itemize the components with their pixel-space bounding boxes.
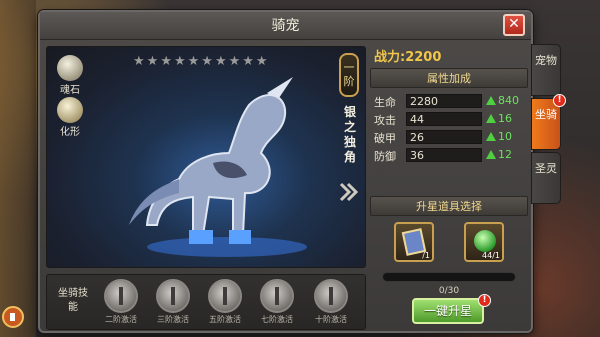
up-arrow-icon (486, 96, 496, 105)
skill-caption: 七阶激活 (261, 315, 293, 324)
transform-icon[interactable] (57, 97, 83, 123)
speaker-icon[interactable] (2, 306, 24, 328)
skill-caption: 五阶激活 (209, 315, 241, 324)
skill-slot[interactable]: 三阶激活 (151, 279, 195, 329)
tab-pet[interactable]: 宠物 (531, 44, 561, 96)
heart-skill-icon (208, 279, 242, 313)
attribute-gain-value: 10 (498, 130, 512, 143)
attribute-row: 攻击 44 16 (374, 112, 524, 128)
cross-skill-icon (260, 279, 294, 313)
attribute-name: 生命 (374, 96, 396, 109)
notification-badge: ! (478, 294, 491, 307)
attribute-row: 破甲 26 10 (374, 130, 524, 146)
star-icon: ★ (133, 54, 145, 69)
attribute-gain: 12 (486, 148, 512, 161)
one-click-upgrade-button[interactable]: 一键升星 (412, 298, 484, 324)
up-arrow-icon (486, 150, 496, 159)
mount-name: 银之独角 (343, 105, 356, 164)
attribute-gain: 16 (486, 112, 512, 125)
star-icon: ★ (146, 54, 159, 69)
skill-caption: 二阶激活 (105, 315, 137, 324)
soul-stone-label: 魂石 (60, 85, 80, 96)
skill-slot[interactable]: 五阶激活 (203, 279, 247, 329)
attribute-gain-value: 16 (498, 112, 512, 125)
item-count: /1 (422, 251, 430, 260)
attribute-row: 防御 36 12 (374, 148, 524, 164)
star-icon: ★ (187, 54, 200, 69)
star-icon: ★ (242, 54, 254, 69)
attribute-row: 生命 2280 840 (374, 94, 524, 110)
attribute-value: 2280 (406, 94, 482, 108)
star-icon: ★ (201, 54, 213, 69)
soul-stone-icon[interactable] (57, 55, 83, 81)
attribute-name: 破甲 (374, 132, 396, 145)
window-title: 骑宠 (40, 12, 531, 40)
attribute-name: 防御 (374, 150, 396, 163)
attribute-name: 攻击 (374, 114, 396, 127)
star-icon: ★ (173, 54, 186, 69)
close-button[interactable]: ✕ (503, 14, 525, 36)
star-progress-text: 0/30 (438, 286, 460, 296)
star-icon: ★ (255, 54, 268, 69)
scroll-card-icon[interactable]: /1 (394, 222, 434, 262)
attribute-header: 属性加成 (370, 68, 528, 88)
next-arrow-icon[interactable] (337, 181, 359, 203)
attribute-gain: 10 (486, 130, 512, 143)
orb-graphic (474, 230, 496, 252)
up-arrow-icon (486, 132, 496, 141)
item-count: 44/1 (482, 251, 500, 260)
up-arrow-icon (486, 114, 496, 123)
sword-skill-icon (314, 279, 348, 313)
mount-display: ★ ★ ★ ★ ★ ★ ★ ★ ★ ★ 魂石 化形 一阶 银之独角 (46, 46, 366, 268)
skill-icon (156, 279, 190, 313)
green-orb-icon[interactable]: 44/1 (464, 222, 504, 262)
skill-caption: 十阶激活 (315, 315, 347, 324)
attribute-value: 26 (406, 130, 482, 144)
mount-window: 骑宠 ✕ ★ ★ ★ ★ ★ ★ ★ ★ ★ ★ 魂石 化形 一阶 银之独角 坐… (38, 10, 533, 333)
combat-power: 战力:2200 (374, 50, 442, 65)
stats-panel: 战力:2200 属性加成 生命 2280 840 攻击 44 16 破甲 26 … (370, 46, 528, 330)
star-icon: ★ (228, 54, 241, 69)
attribute-value: 44 (406, 112, 482, 126)
attribute-value: 36 (406, 148, 482, 162)
skill-slot[interactable]: 二阶激活 (99, 279, 143, 329)
attribute-gain-value: 12 (498, 148, 512, 161)
star-progress-bar (382, 272, 516, 282)
attribute-gain: 840 (486, 94, 519, 107)
background-left-strip (0, 0, 36, 337)
tab-spirit[interactable]: 圣灵 (531, 152, 561, 204)
upgrade-items-header: 升星道具选择 (370, 196, 528, 216)
skills-label: 坐骑技能 (58, 288, 88, 313)
star-icon: ★ (214, 54, 227, 69)
skill-slot[interactable]: 十阶激活 (309, 279, 353, 329)
star-icon: ★ (160, 54, 172, 69)
skill-caption: 三阶激活 (157, 315, 189, 324)
transform-label: 化形 (60, 127, 80, 138)
attribute-gain-value: 840 (498, 94, 519, 107)
skill-icon (104, 279, 138, 313)
unicorn-mount-image (129, 77, 307, 257)
grade-badge: 一阶 (339, 53, 359, 97)
mount-skills-bar: 坐骑技能 二阶激活 三阶激活 五阶激活 七阶激活 十阶激活 (46, 274, 366, 330)
tab-notification-badge: ! (553, 94, 566, 107)
skill-slot[interactable]: 七阶激活 (255, 279, 299, 329)
star-rating: ★ ★ ★ ★ ★ ★ ★ ★ ★ ★ (133, 55, 268, 69)
